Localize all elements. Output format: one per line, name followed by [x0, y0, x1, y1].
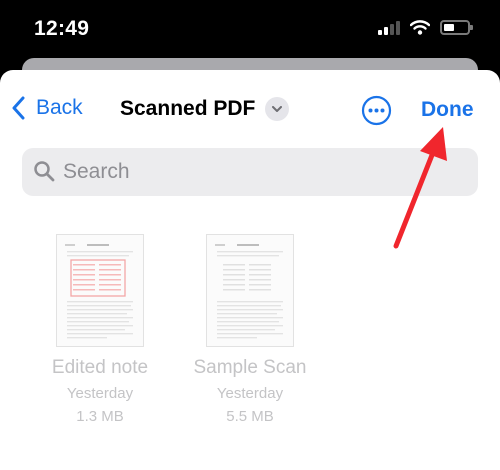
status-time: 12:49 [34, 17, 90, 40]
file-thumbnail [56, 234, 144, 347]
back-label: Back [36, 96, 83, 119]
file-date: Yesterday [66, 385, 134, 402]
file-item-edited-note[interactable]: Edited note Yesterday 1.3 MB [20, 234, 180, 425]
document-preview [65, 244, 133, 339]
signal-icon [378, 19, 400, 35]
more-icon[interactable] [361, 95, 392, 126]
done-button[interactable]: Done [421, 98, 474, 122]
file-item-sample-scan[interactable]: Sample Scan Yesterday 5.5 MB [170, 234, 330, 425]
file-size: 5.5 MB [226, 408, 274, 425]
document-preview [215, 244, 283, 339]
chevron-left-icon [12, 96, 25, 120]
file-browser-sheet: Back Scanned PDF Done Search Edited note… [0, 70, 500, 470]
battery-icon [440, 19, 473, 35]
chevron-down-icon [265, 97, 290, 121]
file-name: Sample Scan [193, 357, 307, 378]
search-bar[interactable] [22, 148, 478, 196]
status-bar: 12:49 [0, 0, 500, 62]
search-input[interactable] [63, 158, 463, 186]
status-icons [378, 19, 473, 35]
file-thumbnail [206, 234, 294, 347]
wifi-icon [410, 19, 430, 35]
page-title: Scanned PDF [120, 97, 256, 120]
file-size: 1.3 MB [76, 408, 124, 425]
file-name: Edited note [51, 357, 149, 378]
nav-bar: Back Scanned PDF Done [0, 70, 500, 148]
file-date: Yesterday [216, 385, 284, 402]
back-button[interactable]: Back [12, 96, 83, 120]
folder-title-menu[interactable]: Scanned PDF [120, 97, 290, 121]
search-icon [34, 161, 55, 182]
